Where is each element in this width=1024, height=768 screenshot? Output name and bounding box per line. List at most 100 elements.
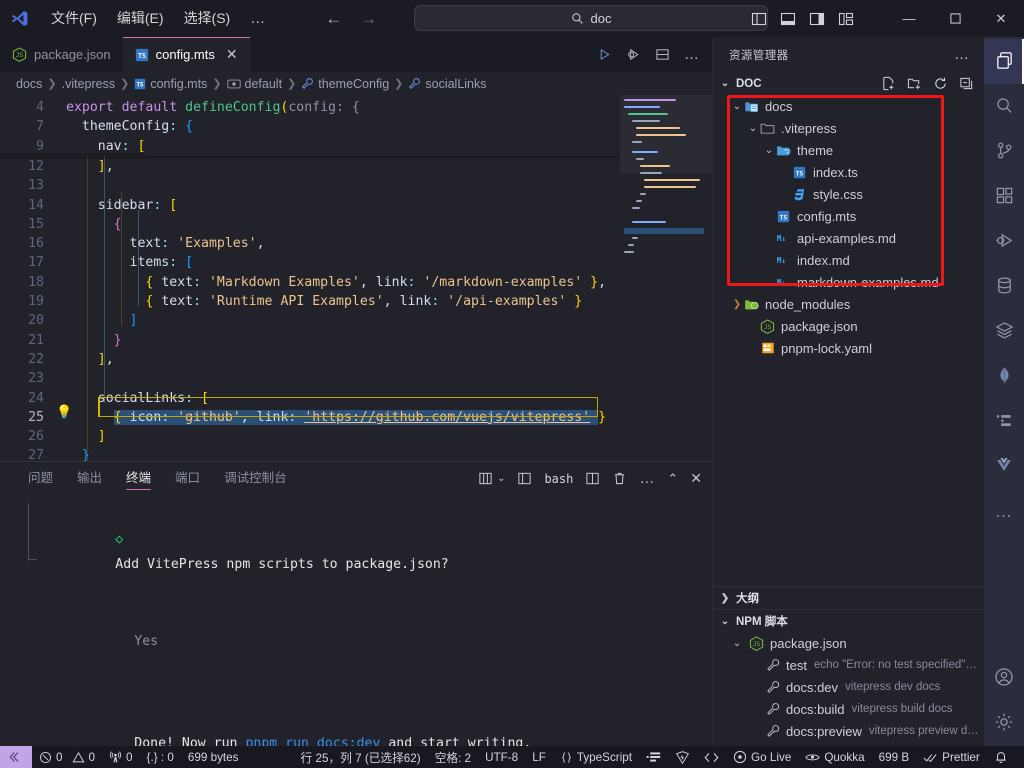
toggle-primary-sidebar-icon[interactable] [751, 11, 767, 27]
menu-file[interactable]: 文件(F) [42, 5, 106, 31]
chevron-down-icon[interactable]: ⌄ [497, 473, 505, 484]
status-notifications[interactable] [987, 746, 1015, 768]
npm-script-test[interactable]: test echo "Error: no test specified"… [713, 654, 984, 676]
minimap[interactable] [620, 95, 712, 461]
debug-icon[interactable] [626, 47, 641, 62]
breadcrumb-item-config[interactable]: TS config.mts [134, 77, 207, 91]
toggle-panel-icon[interactable] [780, 11, 796, 27]
status-vite[interactable] [668, 746, 697, 768]
code-area[interactable]: 4 export default defineConfig(config: { 7… [0, 95, 620, 461]
status-json-indent[interactable]: {.} : 0 [140, 746, 181, 768]
breadcrumb-item-sociallinks[interactable]: socialLinks [408, 77, 487, 91]
outline-section-header[interactable]: ❯ 大纲 [713, 586, 984, 609]
panel-tab-ports[interactable]: 端口 [163, 462, 212, 495]
toggle-secondary-sidebar-icon[interactable] [809, 11, 825, 27]
minimize-button[interactable]: — [886, 0, 932, 37]
activity-layers[interactable] [984, 309, 1024, 354]
status-encoding[interactable]: UTF-8 [478, 746, 525, 768]
activity-database[interactable] [984, 264, 1024, 309]
status-problems[interactable]: 0 0 [32, 746, 102, 768]
panel-tab-problems[interactable]: 问题 [16, 462, 65, 495]
tab-package-json[interactable]: JS package.json [0, 37, 123, 72]
breadcrumb-item-vitepress[interactable]: .vitepress [62, 77, 116, 91]
activity-extensions[interactable] [984, 174, 1024, 219]
activity-run-and-debug[interactable] [984, 219, 1024, 264]
menu-edit[interactable]: 编辑(E) [108, 5, 173, 31]
tree-item-package-json[interactable]: JS package.json [713, 315, 984, 337]
new-folder-icon[interactable] [907, 76, 922, 91]
menu-more[interactable]: … [241, 8, 275, 29]
menu-selection[interactable]: 选择(S) [175, 5, 240, 31]
maximize-button[interactable] [932, 0, 978, 37]
npm-package-json-row[interactable]: ⌄ JS package.json [713, 632, 984, 654]
tree-item-node-modules[interactable]: ❯ node_modules [713, 293, 984, 315]
quick-input-search[interactable]: doc [414, 5, 768, 31]
split-editor-icon[interactable] [655, 47, 670, 62]
activity-source-control[interactable] [984, 129, 1024, 174]
status-code-brackets[interactable] [697, 746, 726, 768]
split-terminal-icon[interactable] [585, 471, 600, 486]
npm-script-docs-preview[interactable]: docs:preview vitepress preview d… [713, 720, 984, 742]
status-indentation[interactable]: 空格: 2 [428, 746, 478, 768]
ellipsis-icon[interactable]: … [684, 46, 700, 63]
trash-icon[interactable] [612, 471, 627, 486]
chevron-up-icon[interactable]: ⌃ [667, 471, 678, 487]
status-prettier[interactable]: Prettier [916, 746, 987, 768]
status-quokka[interactable]: Quokka [798, 746, 871, 768]
breadcrumb-item-docs[interactable]: docs [16, 77, 42, 91]
activity-search[interactable] [984, 84, 1024, 129]
refresh-icon[interactable] [933, 76, 948, 91]
new-file-icon[interactable] [881, 76, 896, 91]
tree-item-vitepress[interactable]: ⌄ .vitepress [713, 117, 984, 139]
tree-item-style-css[interactable]: style.css [713, 183, 984, 205]
npm-script-docs-dev[interactable]: docs:dev vitepress dev docs [713, 676, 984, 698]
remote-window-button[interactable] [0, 746, 32, 768]
close-icon[interactable]: ✕ [690, 470, 702, 487]
npm-scripts-section-header[interactable]: ⌄ NPM 脚本 [713, 609, 984, 632]
activity-settings[interactable] [984, 701, 1024, 746]
status-file-size-right[interactable]: 699 B [872, 746, 917, 768]
terminal-output[interactable]: ◇ Add VitePress npm scripts to package.j… [0, 495, 712, 746]
activity-todo-tree[interactable] [984, 399, 1024, 444]
activity-accounts[interactable] [984, 656, 1024, 701]
tab-config-mts[interactable]: TS config.mts ✕ [122, 37, 250, 72]
npm-script-docs-build[interactable]: docs:build vitepress build docs [713, 698, 984, 720]
activity-explorer[interactable] [984, 39, 1024, 84]
tree-item-markdown-examples-md[interactable]: M↓ markdown-examples.md [713, 271, 984, 293]
tree-item-pnpm-lock-yaml[interactable]: pnpm-lock.yaml [713, 337, 984, 359]
activity-vue-devtools[interactable] [984, 444, 1024, 489]
activity-additional-views[interactable]: … [984, 489, 1024, 534]
status-cursor-position[interactable]: 行 25，列 7 (已选择62) [294, 746, 428, 768]
breadcrumb-item-themeconfig[interactable]: themeConfig [301, 77, 389, 91]
status-go-live[interactable]: Go Live [726, 746, 798, 768]
collapse-all-icon[interactable] [959, 76, 974, 91]
customize-layout-icon[interactable] [838, 11, 854, 27]
panel-more-icon[interactable]: … [639, 470, 655, 487]
forward-arrow-icon[interactable]: → [360, 10, 377, 27]
back-arrow-icon[interactable]: ← [325, 10, 342, 27]
tree-item-index-ts[interactable]: TS index.ts [713, 161, 984, 183]
panel-tab-debug-console[interactable]: 调试控制台 [212, 462, 299, 495]
tree-item-config-mts[interactable]: TS config.mts [713, 205, 984, 227]
status-file-size[interactable]: 699 bytes [181, 746, 246, 768]
close-button[interactable]: ✕ [978, 0, 1024, 37]
new-terminal-icon[interactable] [478, 471, 493, 486]
status-format-icon[interactable] [639, 746, 668, 768]
tree-item-docs[interactable]: ⌄ docs [713, 95, 984, 117]
terminal-shell-label[interactable]: bash [544, 472, 573, 486]
lightbulb-icon[interactable]: 💡 [56, 404, 72, 420]
status-radio-tower[interactable]: 0 [102, 746, 140, 768]
status-language-mode[interactable]: TypeScript [553, 746, 639, 768]
sidebar-more-icon[interactable]: … [954, 46, 970, 63]
status-eol[interactable]: LF [525, 746, 553, 768]
breadcrumb-item-default[interactable]: default [226, 77, 282, 91]
play-icon[interactable] [597, 47, 612, 62]
close-icon[interactable]: ✕ [226, 46, 238, 63]
tree-item-index-md[interactable]: M↓ index.md [713, 249, 984, 271]
panel-tab-terminal[interactable]: 终端 [114, 462, 163, 495]
tree-item-theme[interactable]: ⌄ theme [713, 139, 984, 161]
panel-tab-output[interactable]: 输出 [65, 462, 114, 495]
tree-item-api-examples-md[interactable]: M↓ api-examples.md [713, 227, 984, 249]
activity-mongodb[interactable] [984, 354, 1024, 399]
workspace-section-header[interactable]: ⌄ DOC [713, 72, 984, 95]
